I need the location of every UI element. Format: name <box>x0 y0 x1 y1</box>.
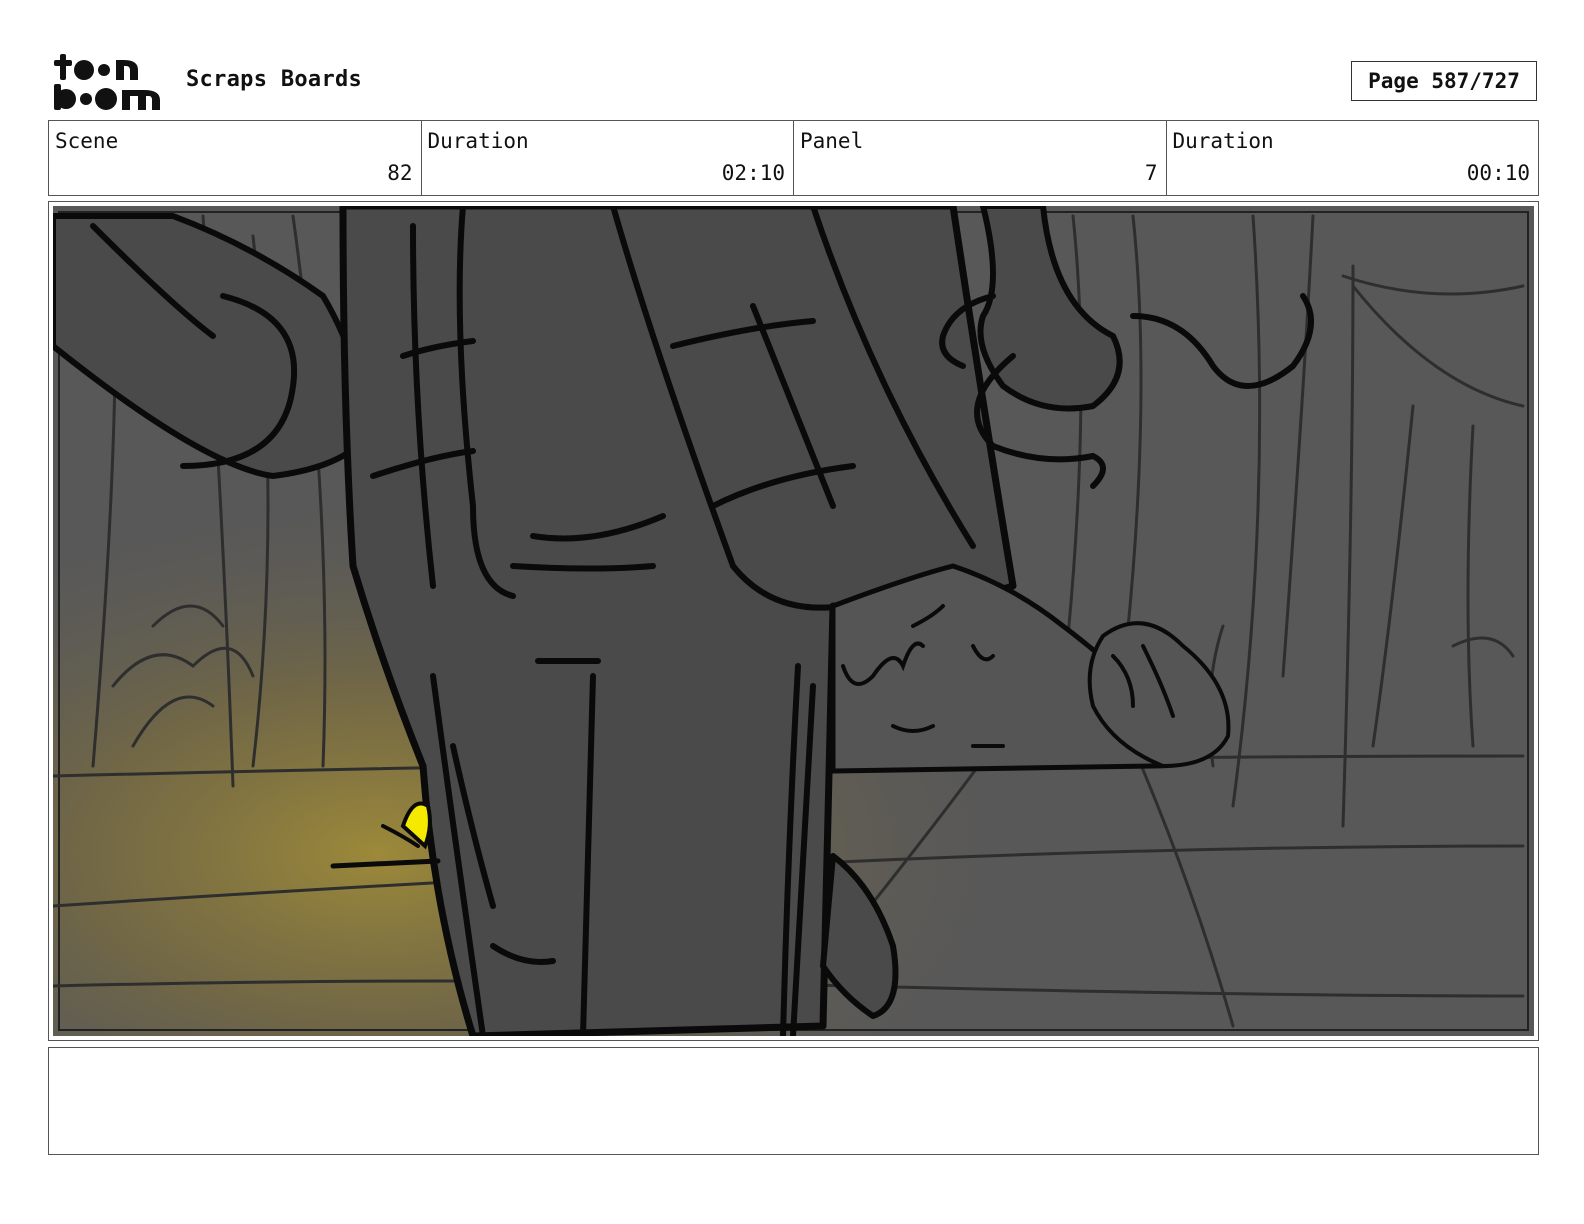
page-indicator: Page 587/727 <box>1351 61 1537 101</box>
scene-cell: Scene 82 <box>49 121 422 195</box>
scene-value: 82 <box>387 161 413 185</box>
storyboard-panel-frame <box>48 201 1539 1041</box>
panel-value: 7 <box>1144 161 1158 185</box>
scene-info-row: Scene 82 Duration 02:10 Panel 7 Duration… <box>48 120 1539 196</box>
toonboom-logo <box>54 54 160 110</box>
storyboard-panel-image <box>53 206 1534 1036</box>
panel-duration-cell: Duration 00:10 <box>1167 121 1539 195</box>
panel-duration-value: 00:10 <box>1466 161 1530 185</box>
panel-duration-label: Duration <box>1172 129 1274 153</box>
scene-duration-value: 02:10 <box>721 161 785 185</box>
logo-mark <box>54 54 160 110</box>
board-title: Scraps Boards <box>186 67 363 92</box>
page-indicator-label: Page 587/727 <box>1368 69 1520 93</box>
panel-label: Panel <box>800 129 864 153</box>
scene-label: Scene <box>55 129 119 153</box>
panel-notes-box <box>48 1047 1539 1155</box>
scene-duration-label: Duration <box>427 129 529 153</box>
panel-cell: Panel 7 <box>794 121 1167 195</box>
scene-duration-cell: Duration 02:10 <box>422 121 794 195</box>
